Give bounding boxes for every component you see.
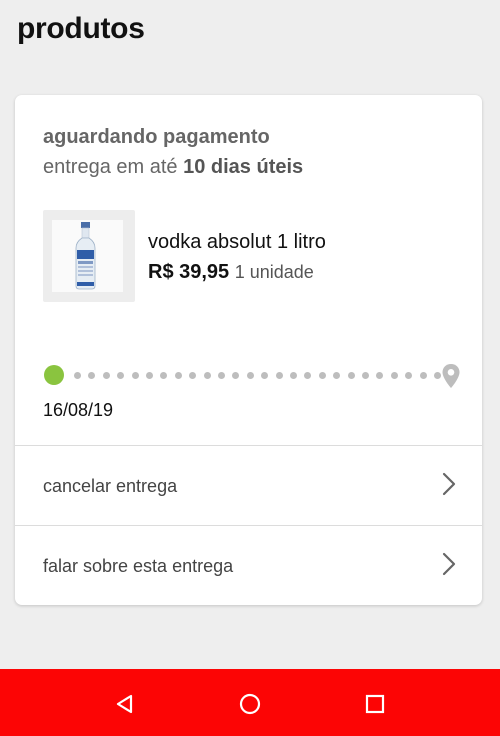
progress-step-dot [419,372,427,379]
product-thumbnail[interactable] [43,210,135,302]
progress-step-dot [203,372,211,379]
progress-step-dot [390,372,398,379]
vodka-bottle-icon [75,222,96,290]
progress-step-dot [362,372,369,379]
cancel-delivery-label: cancelar entrega [43,476,178,496]
progress-step-dot [146,372,153,379]
progress-start-dot [44,365,64,385]
progress-step-dot [275,372,283,379]
progress-step-dot [218,372,225,379]
delivery-eta: entrega em até 10 dias úteis [43,156,303,179]
progress-step-dot [174,372,182,379]
delivery-progress-track [43,363,463,389]
tracking-date: 16/08/19 [43,400,114,420]
price-line: R$ 39,95 1 unidade [148,261,314,284]
progress-step-dot [290,372,297,379]
android-navigation-bar [0,669,500,736]
product-price: R$ 39,95 [148,261,230,283]
chevron-right-icon [442,552,456,576]
order-card: aguardando pagamento entrega em até 10 d… [15,95,482,605]
location-pin-icon [442,364,460,388]
progress-step-dot [333,372,341,379]
progress-step-dot [318,372,326,379]
order-status: aguardando pagamento [43,126,270,148]
progress-step-dot [102,372,110,379]
progress-step-dot [160,372,168,379]
talk-about-delivery-row[interactable]: falar sobre esta entrega [15,525,482,605]
chevron-right-icon [442,472,456,496]
progress-step-dot [347,372,355,379]
page-title: produtos [17,12,145,45]
product-quantity: 1 unidade [234,262,314,282]
progress-step-dot [189,372,197,379]
progress-step-dot [405,372,413,379]
progress-step-dot [131,372,139,379]
eta-prefix: entrega em até [43,156,178,178]
home-icon[interactable] [235,689,265,719]
progress-step-dot [304,372,312,379]
recents-icon[interactable] [360,689,390,719]
progress-step-dot [74,372,81,379]
talk-about-delivery-label: falar sobre esta entrega [43,556,234,576]
progress-step-dot [117,372,125,379]
product-name: vodka absolut 1 litro [148,231,326,253]
back-icon[interactable] [110,689,140,719]
eta-value: 10 dias úteis [183,156,304,178]
progress-step-dot [376,372,384,379]
progress-step-dot [246,372,254,379]
progress-step-dot [261,372,269,379]
progress-step-dot [434,372,441,379]
cancel-delivery-row[interactable]: cancelar entrega [15,445,482,525]
progress-step-dot [232,372,240,379]
progress-step-dot [88,372,96,379]
